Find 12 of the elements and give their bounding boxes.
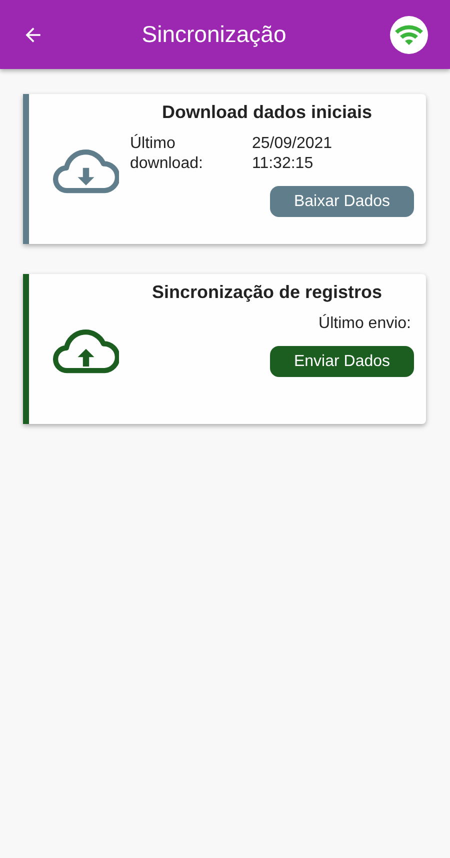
action-button[interactable]: Baixar Dados [270, 186, 414, 217]
wifi-icon [394, 22, 424, 46]
cloud-upload-icon [52, 329, 118, 375]
wifi-button[interactable] [390, 16, 428, 54]
info-label: Último envio: [318, 315, 411, 332]
info-label: Último download: [130, 134, 204, 174]
cloud-download-icon [52, 149, 118, 195]
screen-title: Sincronização [140, 21, 288, 48]
card-title: Sincronização de registros [150, 281, 384, 304]
info-value: 25/09/2021 11:32:15 [252, 134, 334, 174]
action-button[interactable]: Enviar Dados [270, 346, 414, 377]
card-title: Download dados iniciais [160, 101, 374, 124]
